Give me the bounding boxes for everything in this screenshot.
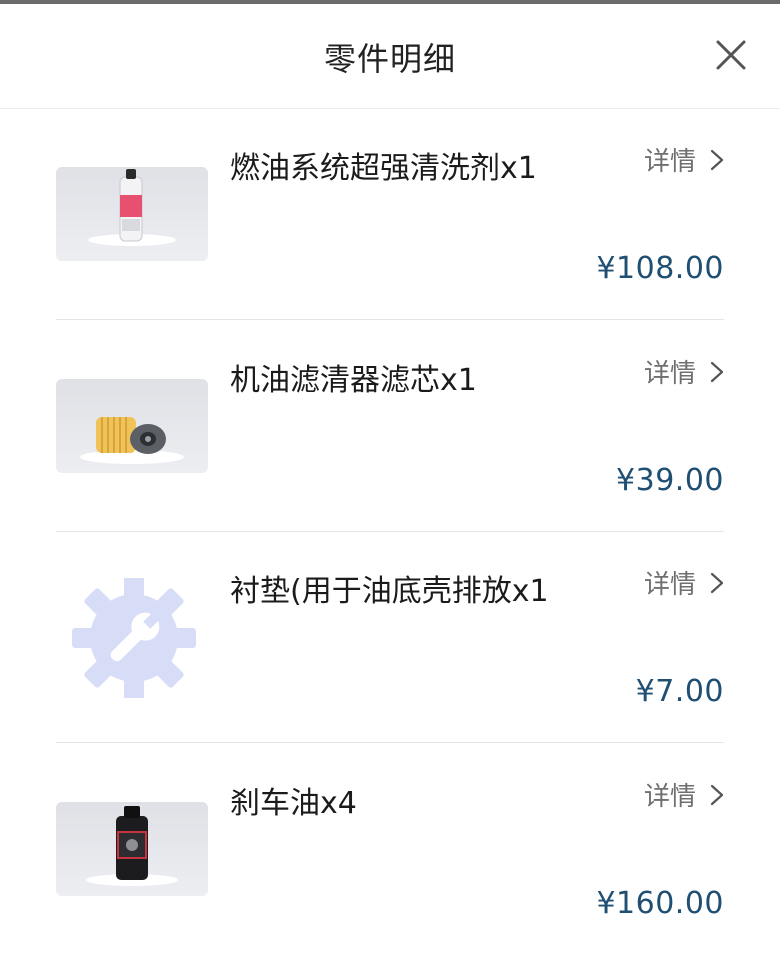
detail-label: 详情 bbox=[643, 147, 696, 177]
list-item[interactable]: 衬垫(用于油底壳排放x1 详情 ¥7.00 bbox=[56, 532, 724, 743]
list-item[interactable]: 燃油系统超强清洗剂x1 详情 ¥108.00 bbox=[56, 109, 724, 320]
chevron-right-icon bbox=[710, 572, 724, 593]
item-price: ¥39.00 bbox=[616, 463, 724, 498]
chevron-right-icon bbox=[710, 149, 724, 170]
fuel-cleaner-bottle-image bbox=[56, 167, 208, 261]
gear-wrench-placeholder-icon bbox=[56, 578, 208, 698]
item-name: 机油滤清器滤芯x1 bbox=[230, 363, 477, 398]
detail-label: 详情 bbox=[643, 782, 696, 812]
item-divider bbox=[56, 742, 724, 743]
detail-label: 详情 bbox=[643, 570, 696, 600]
item-price: ¥160.00 bbox=[596, 886, 724, 921]
close-icon bbox=[716, 40, 746, 70]
list-item[interactable]: 机油滤清器滤芯x1 详情 ¥39.00 bbox=[56, 321, 724, 532]
detail-link[interactable]: 详情 bbox=[644, 776, 724, 813]
brake-fluid-bottle-image bbox=[56, 802, 208, 896]
detail-link[interactable]: 详情 bbox=[644, 564, 724, 601]
item-divider bbox=[56, 319, 724, 320]
detail-link[interactable]: 详情 bbox=[644, 353, 724, 390]
page-title: 零件明细 bbox=[323, 40, 456, 78]
chevron-right-icon bbox=[710, 784, 724, 805]
detail-link[interactable]: 详情 bbox=[644, 141, 724, 178]
item-price: ¥108.00 bbox=[596, 251, 724, 286]
close-button[interactable] bbox=[714, 38, 748, 72]
chevron-right-icon bbox=[710, 361, 724, 382]
item-name: 衬垫(用于油底壳排放x1 bbox=[230, 574, 549, 609]
item-name: 刹车油x4 bbox=[230, 786, 357, 821]
oil-filter-image bbox=[56, 379, 208, 473]
item-name: 燃油系统超强清洗剂x1 bbox=[230, 151, 537, 186]
list-item[interactable]: 刹车油x4 详情 ¥160.00 bbox=[56, 744, 724, 955]
detail-label: 详情 bbox=[643, 359, 696, 389]
item-price: ¥7.00 bbox=[635, 674, 724, 709]
dialog-header: 零件明细 bbox=[0, 4, 780, 109]
